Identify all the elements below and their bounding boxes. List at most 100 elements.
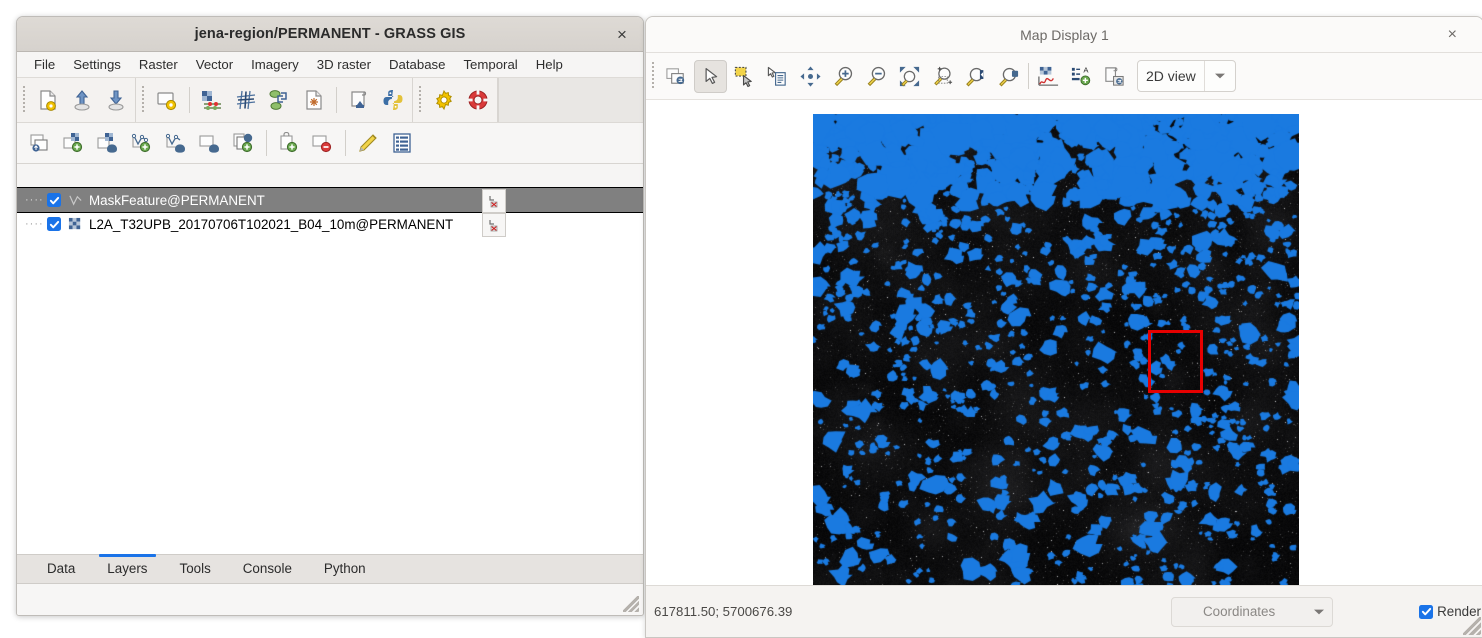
chevron-down-icon[interactable] (1205, 72, 1235, 80)
render-checkbox[interactable] (1419, 604, 1434, 619)
layer-opacity-widget-icon[interactable] (482, 189, 506, 213)
map-display-toolbar: A 2D view (646, 53, 1482, 100)
add-various-raster-layers-icon[interactable] (91, 126, 125, 160)
menu-item-raster[interactable]: Raster (130, 55, 187, 74)
new-map-display-icon[interactable] (150, 83, 184, 117)
screen-root: jena-region/PERMANENT - GRASS GIS × File… (0, 0, 1482, 638)
map-resize-grip[interactable] (1463, 617, 1481, 635)
map-canvas-area (646, 99, 1482, 602)
menu-item-3d-raster[interactable]: 3D raster (308, 55, 380, 74)
menu-item-vector[interactable]: Vector (187, 55, 242, 74)
tab-label: Console (242, 561, 292, 576)
toolbar-empty-area (498, 78, 643, 122)
zoom-options-icon[interactable] (993, 61, 1024, 92)
view-mode-select[interactable]: 2D view (1137, 60, 1236, 92)
tab-layers[interactable]: Layers (91, 554, 163, 583)
add-vector-layer-icon[interactable] (125, 126, 159, 160)
add-raster-layer-icon[interactable] (57, 126, 91, 160)
vector-layer-icon (67, 192, 83, 208)
python-icon[interactable] (376, 83, 410, 117)
tab-data[interactable]: Data (31, 555, 91, 583)
toolbar-separator (345, 130, 346, 156)
select-area-icon[interactable] (729, 61, 760, 92)
menu-item-file[interactable]: File (25, 55, 64, 74)
zoom-back-icon[interactable] (960, 61, 991, 92)
primary-toolbar (17, 78, 643, 123)
layer-row-maskfeature[interactable]: ···· MaskFeature@PERMANENT (17, 187, 643, 213)
show-attribute-table-icon[interactable] (385, 126, 419, 160)
layer-toolbar (17, 123, 643, 164)
toolbar-group-workspace (17, 78, 136, 122)
toolbar-grip[interactable] (650, 62, 657, 90)
toolbar-grip[interactable] (417, 86, 424, 114)
add-web-service-layer-icon[interactable] (193, 126, 227, 160)
layer-visibility-checkbox[interactable] (47, 217, 61, 231)
zoom-out-icon[interactable] (861, 61, 892, 92)
toolbar-grip[interactable] (140, 86, 147, 114)
edit-vector-map-icon[interactable] (351, 126, 385, 160)
toolbar-grip[interactable] (21, 86, 28, 114)
zoom-to-selected-icon[interactable] (927, 61, 958, 92)
georectify-icon[interactable] (229, 83, 263, 117)
scripts-icon[interactable] (342, 83, 376, 117)
view-mode-label: 2D view (1146, 68, 1196, 84)
menu-item-help[interactable]: Help (527, 55, 572, 74)
svg-text:A: A (1083, 65, 1089, 74)
layer-tree[interactable]: ···· MaskFeature@PERMANENT ···· L2A_T32U… (17, 187, 643, 555)
menubar: File Settings Raster Vector Imagery 3D r… (17, 52, 643, 78)
load-map-layers-icon[interactable] (23, 126, 57, 160)
tab-label: Tools (179, 561, 211, 576)
toolbar-separator (189, 87, 190, 113)
zoom-to-extent-icon[interactable] (894, 61, 925, 92)
pointer-select-icon[interactable] (694, 59, 727, 93)
delete-selected-layer-icon[interactable] (306, 126, 340, 160)
save-workspace-icon[interactable] (99, 83, 133, 117)
status-mode-select[interactable]: Coordinates (1171, 596, 1334, 627)
layer-row-l2a-band[interactable]: ···· L2A_T32UPB_20170706T102021_B04_10m@… (17, 212, 643, 237)
cartographic-composer-icon[interactable] (297, 83, 331, 117)
menu-item-temporal[interactable]: Temporal (454, 55, 526, 74)
tab-active-indicator (99, 554, 156, 557)
add-various-vector-layers-icon[interactable] (159, 126, 193, 160)
add-map-elements-icon[interactable]: A (1066, 61, 1097, 92)
resize-grip[interactable] (623, 596, 639, 612)
menu-item-settings[interactable]: Settings (64, 55, 130, 74)
map-display-window: Map Display 1 × A 2D view 617811.50; 570… (645, 16, 1482, 638)
coordinate-readout: 617811.50; 5700676.39 (654, 604, 793, 619)
menu-item-database[interactable]: Database (380, 55, 454, 74)
status-mode-label: Coordinates (1202, 604, 1276, 619)
display-map-icon[interactable] (661, 61, 692, 92)
menu-item-imagery[interactable]: Imagery (242, 55, 308, 74)
add-command-layer-icon[interactable] (272, 126, 306, 160)
tab-tools[interactable]: Tools (164, 555, 227, 583)
tab-label: Python (323, 561, 366, 576)
layer-opacity-widget-icon[interactable] (482, 213, 506, 237)
main-window-close-icon[interactable]: × (611, 23, 633, 45)
save-display-to-file-icon[interactable] (1099, 61, 1130, 92)
tree-indent-line: ···· (25, 218, 44, 230)
settings-gear-icon[interactable] (427, 83, 461, 117)
help-lifering-icon[interactable] (461, 83, 495, 117)
tab-python[interactable]: Python (308, 555, 382, 583)
tab-label: Data (47, 561, 76, 576)
layer-toolbar-empty-area (419, 123, 643, 163)
pan-icon[interactable] (795, 61, 826, 92)
layer-visibility-checkbox[interactable] (47, 193, 61, 207)
map-display-statusbar: 617811.50; 5700676.39 Coordinates Render (646, 585, 1482, 637)
query-raster-vector-icon[interactable] (762, 61, 793, 92)
tab-console[interactable]: Console (227, 555, 308, 583)
toolbar-separator (266, 130, 267, 156)
zoom-in-icon[interactable] (828, 61, 859, 92)
main-tabs: Data Layers Tools Console Python (17, 554, 643, 583)
open-workspace-icon[interactable] (65, 83, 99, 117)
add-group-icon[interactable] (227, 126, 261, 160)
grass-gis-main-window: jena-region/PERMANENT - GRASS GIS × File… (16, 16, 644, 616)
raster-map-calculator-icon[interactable] (195, 83, 229, 117)
tab-label: Layers (107, 561, 148, 576)
chevron-down-icon[interactable] (1306, 608, 1332, 616)
histogram-icon[interactable] (1033, 61, 1064, 92)
new-workspace-icon[interactable] (31, 83, 65, 117)
map-display-close-icon[interactable]: × (1448, 26, 1457, 43)
map-canvas[interactable] (813, 114, 1299, 602)
import-raster-icon[interactable] (263, 83, 297, 117)
